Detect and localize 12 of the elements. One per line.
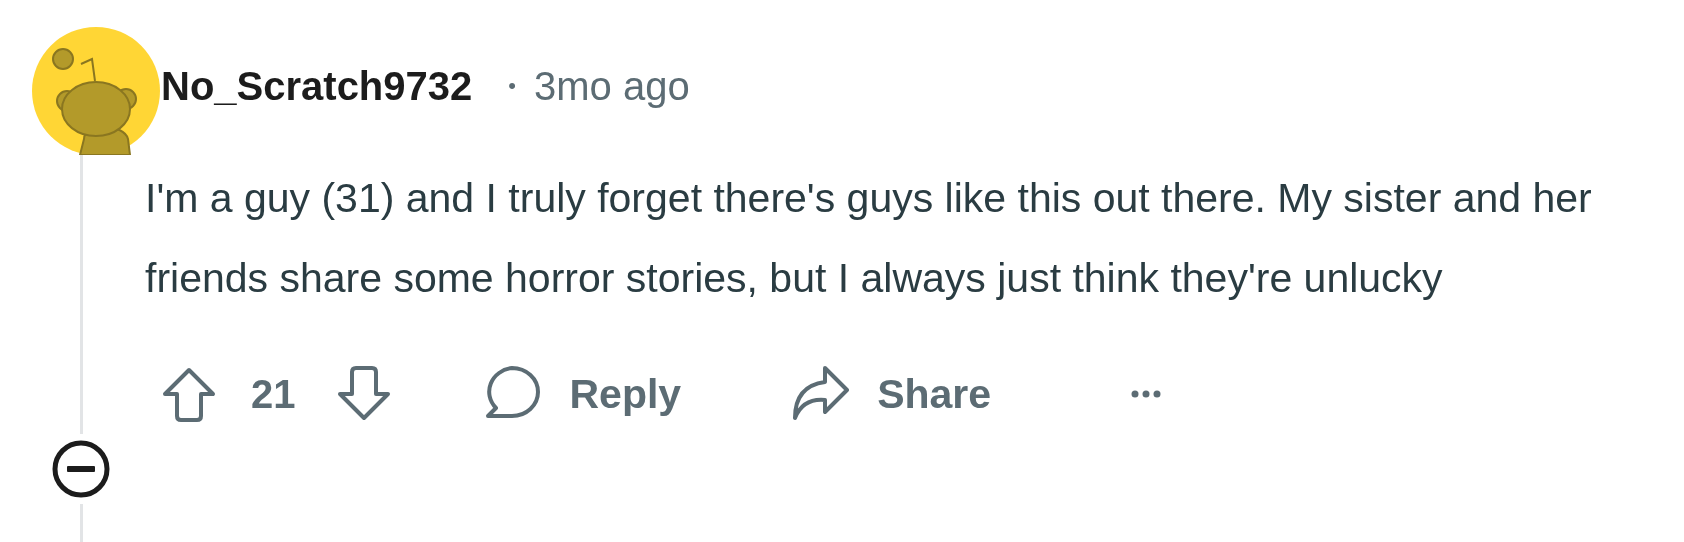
reply-button[interactable]: Reply: [457, 358, 706, 430]
comment-text: I'm a guy (31) and I truly forget there's guys like this out there. My sister and her friends share some horror stories, but I always just think they're unlucky: [145, 174, 1593, 303]
share-button[interactable]: Share: [765, 358, 1016, 430]
more-icon: [1131, 390, 1162, 398]
timestamp: 3mo ago: [534, 63, 690, 109]
username[interactable]: No_Scratch9732: [161, 63, 473, 109]
minus-icon: [52, 440, 110, 498]
separator-dot: •: [508, 73, 516, 99]
collapse-button[interactable]: [52, 440, 110, 498]
vote-count: 21: [251, 371, 296, 417]
up-arrow-icon: [161, 366, 217, 422]
down-arrow-icon: [335, 366, 392, 422]
